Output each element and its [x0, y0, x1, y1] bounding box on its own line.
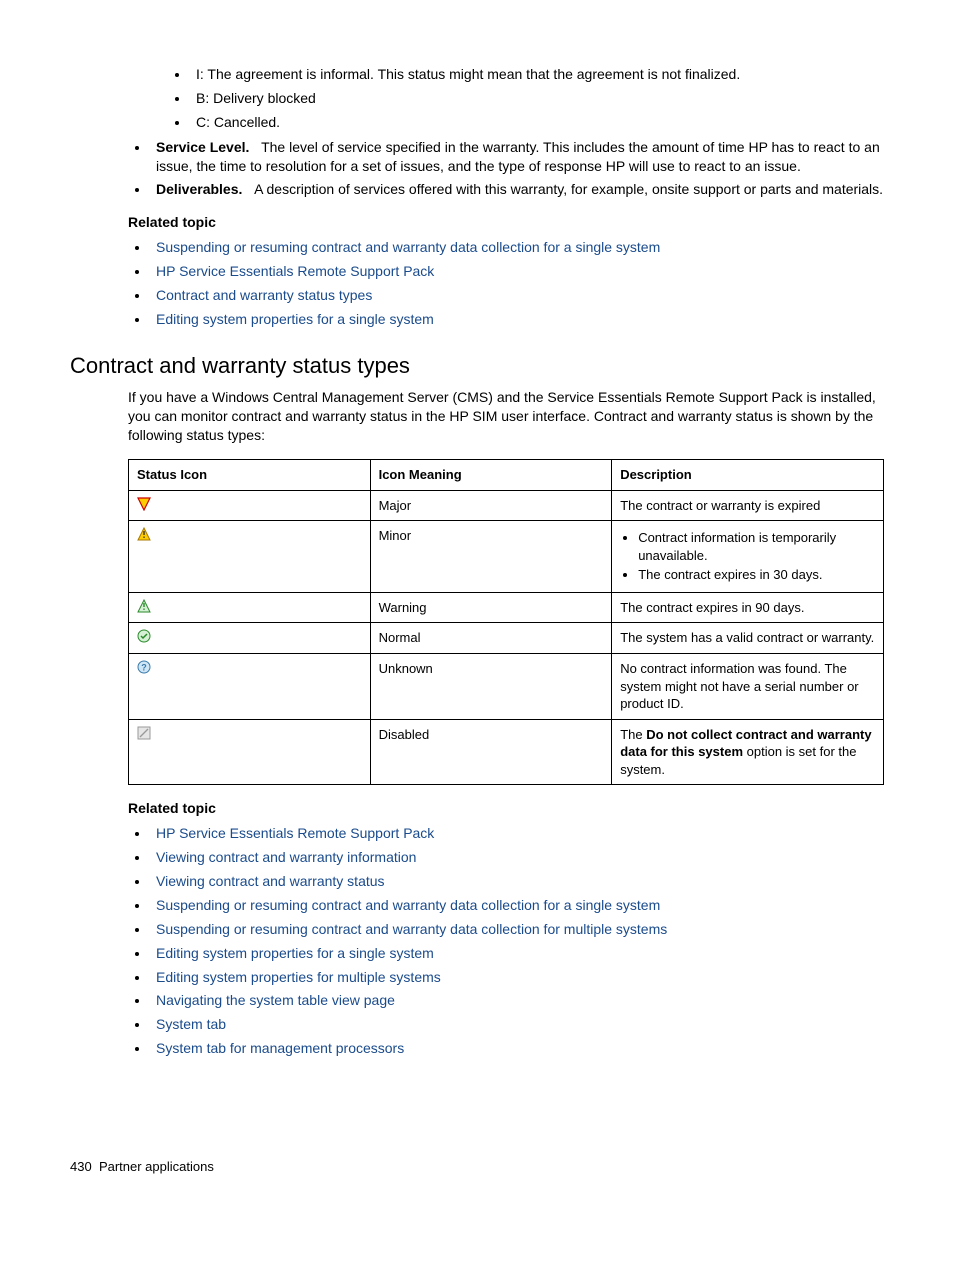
table-row: Disabled The Do not collect contract and… — [129, 719, 884, 785]
related-link-item: System tab — [150, 1015, 884, 1034]
sub-bullet-list: I: The agreement is informal. This statu… — [128, 65, 884, 132]
related-link-item: Editing system properties for a single s… — [150, 944, 884, 963]
deliverables-label: Deliverables. — [156, 181, 242, 197]
related-link[interactable]: Contract and warranty status types — [156, 287, 372, 303]
related-link-item: System tab for management processors — [150, 1039, 884, 1058]
related-link[interactable]: Suspending or resuming contract and warr… — [156, 921, 667, 937]
status-icon-warning — [129, 592, 371, 623]
sub-bullet-item: B: Delivery blocked — [190, 89, 884, 108]
definition-item-deliverables: Deliverables. A description of services … — [150, 180, 884, 199]
related-link[interactable]: System tab — [156, 1016, 226, 1032]
service-level-label: Service Level. — [156, 139, 249, 155]
related-link[interactable]: Viewing contract and warranty informatio… — [156, 849, 416, 865]
related-link-item: Navigating the system table view page — [150, 991, 884, 1010]
section-intro: If you have a Windows Central Management… — [128, 388, 884, 445]
service-level-text: The level of service specified in the wa… — [156, 139, 880, 174]
section-heading: Contract and warranty status types — [70, 351, 884, 381]
related-link-item: Suspending or resuming contract and warr… — [150, 920, 884, 939]
icon-meaning: Warning — [370, 592, 612, 623]
related-link-item: Suspending or resuming contract and warr… — [150, 238, 884, 257]
icon-meaning: Normal — [370, 623, 612, 654]
definition-list: Service Level. The level of service spec… — [128, 138, 884, 200]
related-link[interactable]: HP Service Essentials Remote Support Pac… — [156, 825, 434, 841]
col-header-meaning: Icon Meaning — [370, 460, 612, 491]
status-table: Status Icon Icon Meaning Description Maj… — [128, 459, 884, 785]
related-link[interactable]: System tab for management processors — [156, 1040, 404, 1056]
related-link-item: Contract and warranty status types — [150, 286, 884, 305]
desc-pre: The — [620, 727, 646, 742]
icon-meaning: Unknown — [370, 653, 612, 719]
status-icon-unknown: ? — [129, 653, 371, 719]
status-icon-major — [129, 490, 371, 521]
related-topic-list-2: HP Service Essentials Remote Support Pac… — [128, 824, 884, 1058]
related-link[interactable]: Navigating the system table view page — [156, 992, 395, 1008]
related-topic-heading-1: Related topic — [128, 213, 884, 232]
section-body: If you have a Windows Central Management… — [128, 388, 884, 1058]
deliverables-text: A description of services offered with t… — [254, 181, 883, 197]
related-link-item: Editing system properties for a single s… — [150, 310, 884, 329]
footer-title: Partner applications — [99, 1159, 214, 1174]
icon-meaning: Major — [370, 490, 612, 521]
related-link-item: Suspending or resuming contract and warr… — [150, 896, 884, 915]
related-link[interactable]: Suspending or resuming contract and warr… — [156, 239, 660, 255]
svg-text:?: ? — [141, 662, 147, 672]
table-row: Warning The contract expires in 90 days. — [129, 592, 884, 623]
related-link-item: HP Service Essentials Remote Support Pac… — [150, 262, 884, 281]
table-row: ? Unknown No contract information was fo… — [129, 653, 884, 719]
page-footer: 430 Partner applications — [70, 1158, 884, 1176]
related-link-item: HP Service Essentials Remote Support Pac… — [150, 824, 884, 843]
icon-description: No contract information was found. The s… — [612, 653, 884, 719]
related-link[interactable]: HP Service Essentials Remote Support Pac… — [156, 263, 434, 279]
page-number: 430 — [70, 1159, 92, 1174]
desc-list-item: The contract expires in 30 days. — [638, 566, 875, 584]
related-link-item: Viewing contract and warranty informatio… — [150, 848, 884, 867]
icon-description: The contract expires in 90 days. — [612, 592, 884, 623]
status-icon-disabled — [129, 719, 371, 785]
col-header-description: Description — [612, 460, 884, 491]
status-icon-normal — [129, 623, 371, 654]
status-icon-minor — [129, 521, 371, 593]
related-link-item: Viewing contract and warranty status — [150, 872, 884, 891]
related-link[interactable]: Editing system properties for multiple s… — [156, 969, 441, 985]
icon-meaning: Disabled — [370, 719, 612, 785]
icon-description: Contract information is temporarily unav… — [612, 521, 884, 593]
definition-item-service-level: Service Level. The level of service spec… — [150, 138, 884, 176]
related-topic-heading-2: Related topic — [128, 799, 884, 818]
sub-bullet-item: I: The agreement is informal. This statu… — [190, 65, 884, 84]
sub-bullet-item: C: Cancelled. — [190, 113, 884, 132]
table-row: Major The contract or warranty is expire… — [129, 490, 884, 521]
related-link[interactable]: Viewing contract and warranty status — [156, 873, 385, 889]
icon-description: The system has a valid contract or warra… — [612, 623, 884, 654]
related-link-item: Editing system properties for multiple s… — [150, 968, 884, 987]
desc-list-item: Contract information is temporarily unav… — [638, 529, 875, 564]
icon-meaning: Minor — [370, 521, 612, 593]
col-header-icon: Status Icon — [129, 460, 371, 491]
related-link[interactable]: Editing system properties for a single s… — [156, 311, 434, 327]
table-row: Normal The system has a valid contract o… — [129, 623, 884, 654]
related-link[interactable]: Editing system properties for a single s… — [156, 945, 434, 961]
icon-description: The contract or warranty is expired — [612, 490, 884, 521]
icon-description: The Do not collect contract and warranty… — [612, 719, 884, 785]
related-link[interactable]: Suspending or resuming contract and warr… — [156, 897, 660, 913]
top-content: I: The agreement is informal. This statu… — [128, 65, 884, 329]
table-row: Minor Contract information is temporaril… — [129, 521, 884, 593]
table-header-row: Status Icon Icon Meaning Description — [129, 460, 884, 491]
related-topic-list-1: Suspending or resuming contract and warr… — [128, 238, 884, 329]
